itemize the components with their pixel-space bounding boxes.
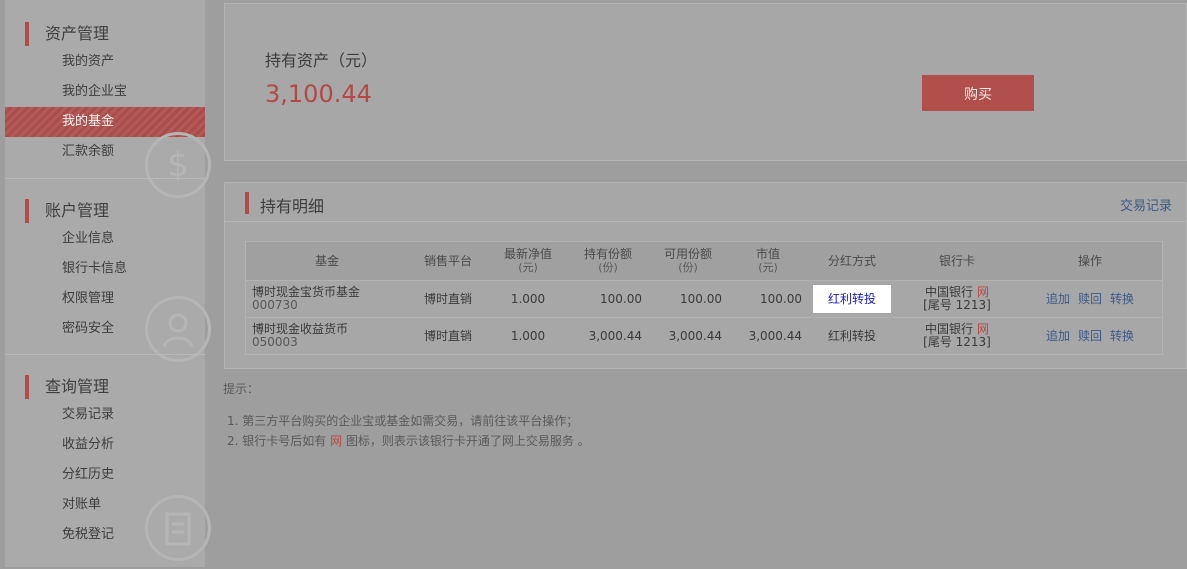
fund-name: 博时现金宝货币基金 [252, 285, 361, 299]
sidebar-item-transaction-records[interactable]: 交易记录 [5, 400, 205, 430]
market-value-cell: 3,000.44 [728, 317, 808, 355]
holdings-header: 持有明细 交易记录 [225, 183, 1186, 222]
transaction-records-link[interactable]: 交易记录 [1120, 195, 1172, 214]
col-shares-label: 持有份额 [583, 247, 632, 261]
avail-cell: 3,000.44 [648, 317, 728, 355]
holdings-table: 基金 销售平台 最新净值 (元) 持有份额 (份) 可用份额 (份) 市值 (元) 分红… [245, 241, 1163, 355]
col-avail-unit: (份) [678, 261, 698, 274]
table-header-row: 基金 销售平台 最新净值 (元) 持有份额 (份) 可用份额 (份) 市值 (元) 分红… [245, 241, 1163, 281]
card-tail: [尾号 1213] [923, 298, 991, 312]
table-row: 博时现金收益货币 050003 博时直销 1.000 3,000.44 3,000… [245, 317, 1163, 355]
col-shares-unit: (份) [598, 261, 618, 274]
holdings-panel: 持有明细 交易记录 基金 销售平台 最新净值 (元) 持有份额 (份) 可用份额 (份… [224, 182, 1187, 369]
tip-line-1: 1. 第三方平台购买的企业宝或基金如需交易，请前往该平台操作； [227, 414, 579, 428]
col-bank-card: 银行卡 [896, 241, 1018, 281]
col-nav-unit: (元) [518, 261, 538, 274]
buy-button[interactable]: 购买 [922, 75, 1034, 111]
dividend-cell: 红利转投 [808, 280, 896, 318]
asset-label: 持有资产（元） [265, 51, 378, 70]
card-tail: [尾号 1213] [923, 335, 991, 349]
nav-cell: 1.000 [488, 280, 568, 318]
col-ops: 操作 [1018, 241, 1163, 281]
platform-cell: 博时直销 [408, 280, 488, 318]
fund-cell: 博时现金宝货币基金 000730 [245, 280, 408, 318]
sidebar-item-profit-analysis[interactable]: 收益分析 [5, 430, 205, 460]
ops-cell: 追加 赎回 转换 [1018, 317, 1163, 355]
online-banking-icon: 网 [330, 434, 343, 448]
table-row: 博时现金宝货币基金 000730 博时直销 1.000 100.00 100.00… [245, 280, 1163, 318]
sidebar-item-bank-card-info[interactable]: 银行卡信息 [5, 254, 205, 284]
shares-cell: 3,000.44 [568, 317, 648, 355]
redeem-button[interactable]: 赎回 [1078, 292, 1102, 306]
add-button[interactable]: 追加 [1046, 329, 1070, 343]
sidebar-section-title: 查询管理 [25, 375, 109, 399]
document-watermark-icon [145, 495, 211, 561]
sidebar-item-dividend-history[interactable]: 分红历史 [5, 460, 205, 490]
tips: 提示： 1. 第三方平台购买的企业宝或基金如需交易，请前往该平台操作； 2. 银… [223, 380, 590, 451]
col-dividend: 分红方式 [808, 241, 896, 281]
fund-name: 博时现金收益货币 [252, 322, 349, 336]
tips-title: 提示： [223, 382, 260, 396]
online-banking-icon: 网 [977, 322, 990, 336]
sidebar-item-enterprise-bao[interactable]: 我的企业宝 [5, 77, 205, 107]
shares-cell: 100.00 [568, 280, 648, 318]
sidebar-item-company-info[interactable]: 企业信息 [5, 224, 205, 254]
tip-line-2-b: 图标，则表示该银行卡开通了网上交易服务 。 [342, 434, 590, 448]
col-platform: 销售平台 [408, 241, 488, 281]
bank-cell: 中国银行网 [尾号 1213] [896, 280, 1018, 318]
col-shares: 持有份额 (份) [568, 241, 648, 281]
convert-button[interactable]: 转换 [1110, 329, 1134, 343]
ops-cell: 追加 赎回 转换 [1018, 280, 1163, 318]
dividend-cell[interactable]: 红利转投 [808, 317, 896, 355]
user-watermark-icon [145, 296, 211, 362]
asset-value: 3,100.44 [265, 80, 372, 108]
sidebar-section-assets: 资产管理 我的资产 我的企业宝 我的基金 汇款余额 $ [5, 0, 211, 198]
fund-code: 050003 [252, 335, 298, 349]
redeem-button[interactable]: 赎回 [1078, 329, 1102, 343]
tip-line-2-a: 2. 银行卡号后如有 [227, 434, 331, 448]
asset-panel: 持有资产（元） 3,100.44 购买 [224, 3, 1187, 161]
bank-name: 中国银行 [924, 322, 973, 336]
dividend-method-link[interactable]: 红利转投 [813, 285, 891, 313]
sidebar-section-account: 账户管理 企业信息 银行卡信息 权限管理 密码安全 [5, 178, 211, 362]
sidebar-section-title: 账户管理 [25, 199, 109, 223]
title-accent-bar [245, 192, 249, 214]
col-market-value: 市值 (元) [728, 241, 808, 281]
online-banking-icon: 网 [977, 285, 990, 299]
platform-cell: 博时直销 [408, 317, 488, 355]
tip-line-2: 2. 银行卡号后如有 网 图标，则表示该银行卡开通了网上交易服务 。 [223, 431, 590, 451]
col-avail-label: 可用份额 [663, 247, 712, 261]
col-avail: 可用份额 (份) [648, 241, 728, 281]
col-nav-label: 最新净值 [503, 247, 552, 261]
holdings-title: 持有明细 [260, 197, 325, 216]
sidebar-item-my-assets[interactable]: 我的资产 [5, 47, 205, 77]
col-fund: 基金 [245, 241, 408, 281]
avail-cell: 100.00 [648, 280, 728, 318]
sidebar: 资产管理 我的资产 我的企业宝 我的基金 汇款余额 $ 账户管理 企业信息 银行… [5, 0, 211, 568]
bank-cell: 中国银行网 [尾号 1213] [896, 317, 1018, 355]
sidebar-section-query: 查询管理 交易记录 收益分析 分红历史 对账单 免税登记 [5, 354, 211, 568]
col-mv-label: 市值 [755, 247, 780, 261]
convert-button[interactable]: 转换 [1110, 292, 1134, 306]
col-mv-unit: (元) [758, 261, 778, 274]
fund-code: 000730 [252, 298, 298, 312]
sidebar-section-title: 资产管理 [25, 22, 109, 46]
bank-name: 中国银行 [924, 285, 973, 299]
nav-cell: 1.000 [488, 317, 568, 355]
fund-cell: 博时现金收益货币 050003 [245, 317, 408, 355]
col-nav: 最新净值 (元) [488, 241, 568, 281]
market-value-cell: 100.00 [728, 280, 808, 318]
add-button[interactable]: 追加 [1046, 292, 1070, 306]
